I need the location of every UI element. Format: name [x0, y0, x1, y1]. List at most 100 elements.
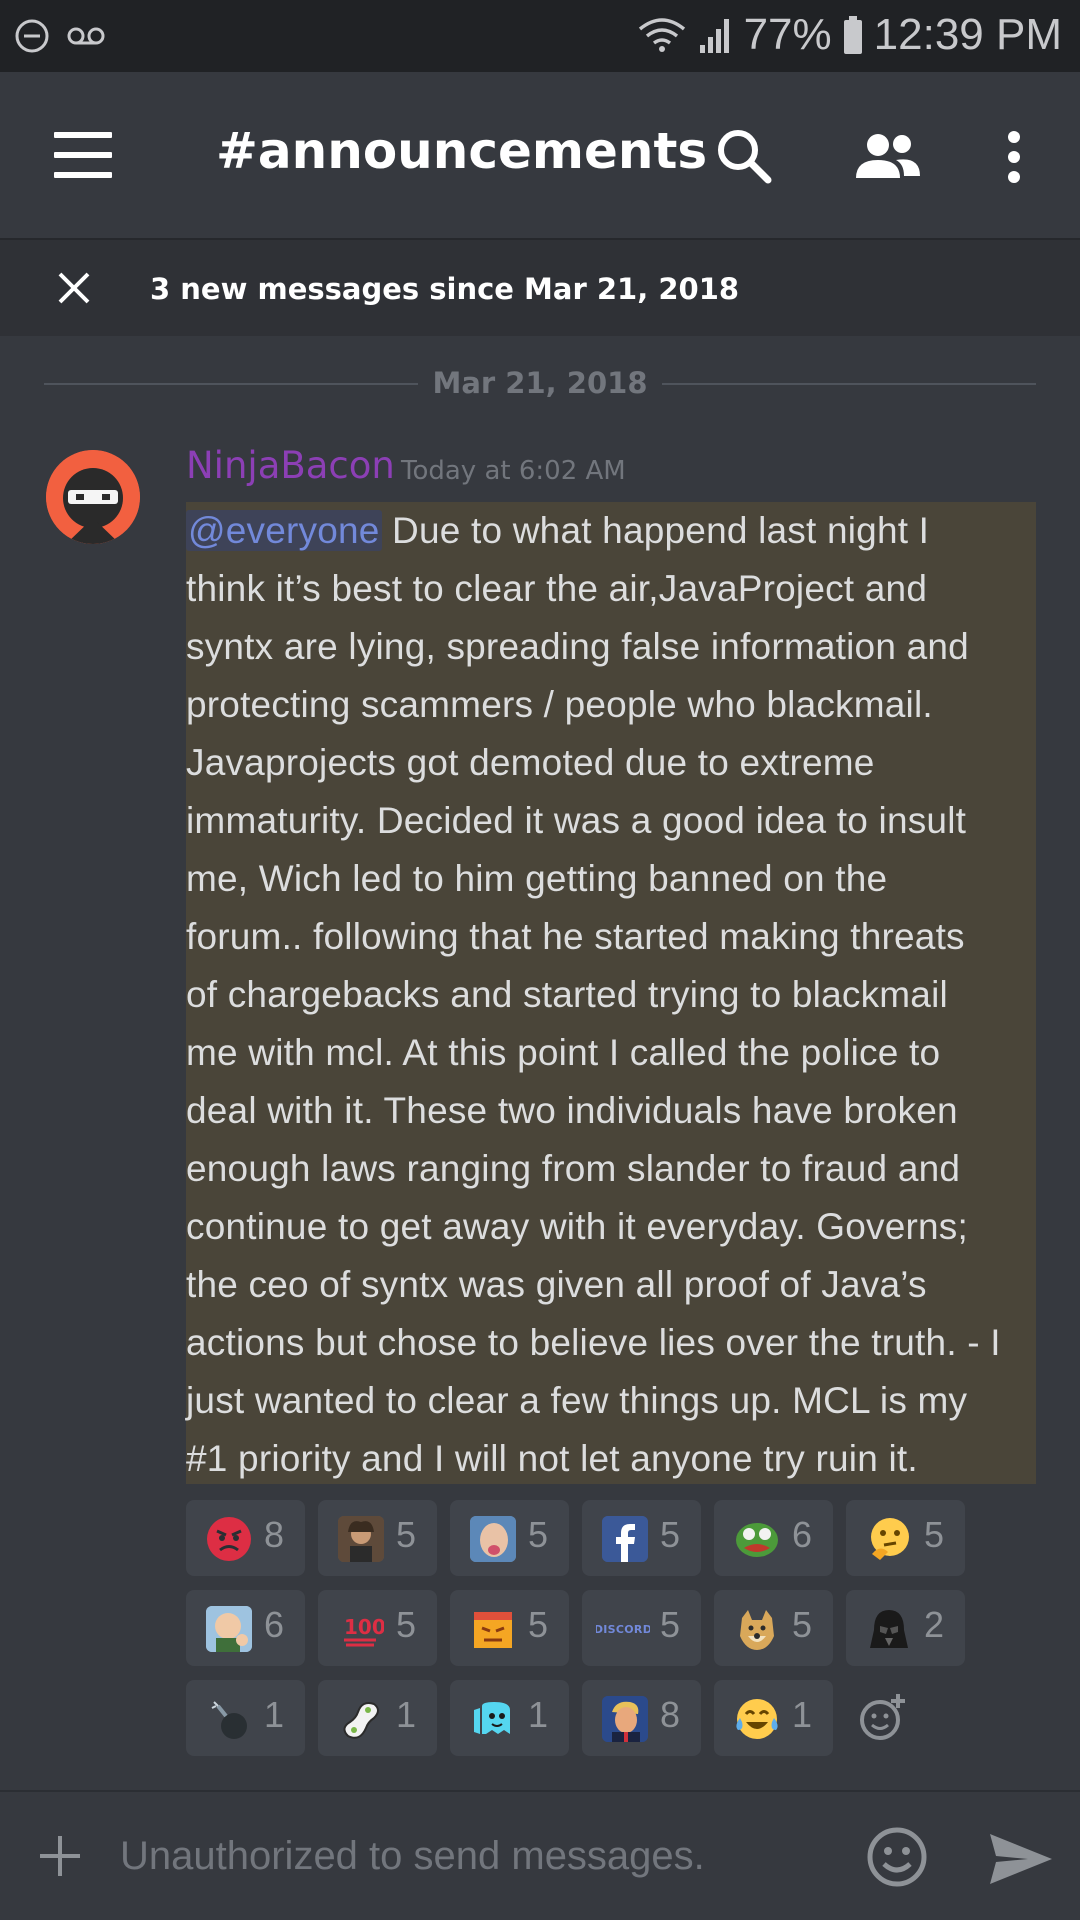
reaction-count: 6 [792, 1514, 813, 1555]
message-line: Javaprojects got demoted due to extreme [186, 742, 875, 783]
discord-logo-icon: DISCORD [596, 1622, 650, 1636]
reaction-count: 1 [528, 1694, 549, 1735]
trump-icon [602, 1696, 648, 1742]
reaction[interactable]: 6 [186, 1590, 305, 1666]
battery-icon [843, 16, 862, 54]
message-line: deal with it. These two individuals have… [186, 1090, 958, 1131]
message-line: of chargebacks and started trying to bla… [186, 974, 948, 1015]
everyone-mention[interactable]: @everyone [186, 510, 382, 551]
reaction[interactable]: 5 [318, 1500, 437, 1576]
angry-block-icon [470, 1606, 516, 1652]
reaction[interactable]: 5 [450, 1500, 569, 1576]
message-line: actions but chose to believe lies over t… [186, 1322, 1001, 1363]
members-icon[interactable] [852, 132, 924, 182]
dnd-icon [15, 19, 49, 53]
reaction[interactable]: 5 [846, 1500, 965, 1576]
ghost-icon [470, 1696, 516, 1742]
peanut-icon [338, 1696, 384, 1742]
battery-percent: 77% [743, 10, 832, 59]
message-line: me with mcl. At this point I called the … [186, 1032, 941, 1073]
reaction-count: 2 [924, 1604, 945, 1645]
add-reaction-icon [860, 1694, 905, 1740]
tears-of-joy-icon [734, 1696, 780, 1742]
message-line: just wanted to clear a few things up. MC… [186, 1380, 968, 1421]
aliens-guy-icon [338, 1516, 384, 1562]
menu-icon[interactable] [54, 132, 112, 178]
emoji-icon[interactable] [866, 1826, 928, 1888]
message-timestamp: Today at 6:02 AM [401, 456, 626, 486]
reaction-count: 8 [264, 1514, 285, 1555]
message-input[interactable]: Unauthorized to send messages. [120, 1834, 705, 1879]
reaction-count: 5 [660, 1514, 681, 1555]
channel-header: #announcements [0, 72, 1080, 240]
reaction-count: 5 [528, 1604, 549, 1645]
success-kid-icon [206, 1606, 252, 1652]
message-line: enough laws ranging from slander to frau… [186, 1148, 961, 1189]
message-input-bar: Unauthorized to send messages. [0, 1790, 1080, 1920]
reaction-count: 1 [792, 1694, 813, 1735]
reaction[interactable]: 8 [186, 1500, 305, 1576]
signal-icon [699, 19, 729, 53]
wifi-icon [638, 18, 685, 52]
reaction-count: 5 [396, 1514, 417, 1555]
reaction-count: 5 [396, 1604, 417, 1645]
reaction-count: 5 [792, 1604, 813, 1645]
reaction[interactable]: 5 [714, 1590, 833, 1666]
reaction[interactable]: 8 [582, 1680, 701, 1756]
send-icon[interactable] [988, 1832, 1054, 1886]
thinking-face-icon [866, 1516, 912, 1562]
tongue-face-icon [470, 1516, 516, 1562]
bomb-icon [206, 1696, 252, 1742]
message-line: continue to get away with it everyday. G… [186, 1206, 968, 1247]
message-line: think it’s best to clear the air,JavaPro… [186, 568, 928, 609]
pepe-icon [734, 1516, 780, 1562]
reaction-count: 1 [264, 1694, 285, 1735]
message-line: @everyone Due to what happend last night… [186, 510, 930, 551]
clock: 12:39 PM [873, 10, 1062, 59]
reaction-count: 8 [660, 1694, 681, 1735]
voicemail-icon [67, 27, 105, 45]
reaction-count: 5 [528, 1514, 549, 1555]
message-line: me, Wich led to him getting banned on th… [186, 858, 888, 899]
reaction[interactable]: 5 [582, 1500, 701, 1576]
reaction[interactable]: 5 [450, 1590, 569, 1666]
date-divider-label: Mar 21, 2018 [432, 366, 648, 400]
message-line: syntx are lying, spreading false informa… [186, 626, 969, 667]
new-messages-bar[interactable]: 3 new messages since Mar 21, 2018 [0, 240, 1080, 336]
avatar[interactable] [46, 450, 140, 544]
reaction-count: 5 [924, 1514, 945, 1555]
reaction[interactable]: 1 [318, 1680, 437, 1756]
reaction[interactable]: 100 5 [318, 1590, 437, 1666]
channel-title: #announcements [216, 122, 708, 180]
more-icon[interactable] [1004, 130, 1024, 184]
darth-vader-icon [866, 1606, 912, 1652]
search-icon[interactable] [714, 126, 774, 186]
message-line: the ceo of syntx was given all proof of … [186, 1264, 927, 1305]
message-line: forum.. following that he started making… [186, 916, 965, 957]
message-line: immaturity. Decided it was a good idea t… [186, 800, 967, 841]
reaction[interactable]: DISCORD 5 [582, 1590, 701, 1666]
message-author[interactable]: NinjaBacon [186, 444, 395, 487]
angry-face-icon [206, 1516, 252, 1562]
status-bar: 77% 12:39 PM [0, 0, 1080, 72]
new-messages-text: 3 new messages since Mar 21, 2018 [150, 272, 740, 306]
reaction[interactable]: 1 [714, 1680, 833, 1756]
facebook-icon [602, 1516, 648, 1562]
add-reaction-button[interactable] [858, 1680, 938, 1756]
reaction[interactable]: 6 [714, 1500, 833, 1576]
doge-icon [734, 1606, 780, 1652]
message-line: protecting scammers / people who blackma… [186, 684, 933, 725]
reaction-count: 6 [264, 1604, 285, 1645]
reaction[interactable]: 2 [846, 1590, 965, 1666]
ninja-avatar-icon [46, 450, 140, 544]
message-body: @everyone Due to what happend last night… [186, 502, 1036, 1488]
reaction[interactable]: 1 [186, 1680, 305, 1756]
plus-icon[interactable] [40, 1836, 80, 1876]
close-icon[interactable] [56, 270, 92, 306]
reaction-count: 5 [660, 1604, 681, 1645]
reaction-count: 1 [396, 1694, 417, 1735]
message-line: #1 priority and I will not let anyone tr… [186, 1438, 918, 1479]
reaction[interactable]: 1 [450, 1680, 569, 1756]
hundred-icon: 100 [338, 1606, 384, 1652]
svg-text:100: 100 [344, 1615, 384, 1639]
